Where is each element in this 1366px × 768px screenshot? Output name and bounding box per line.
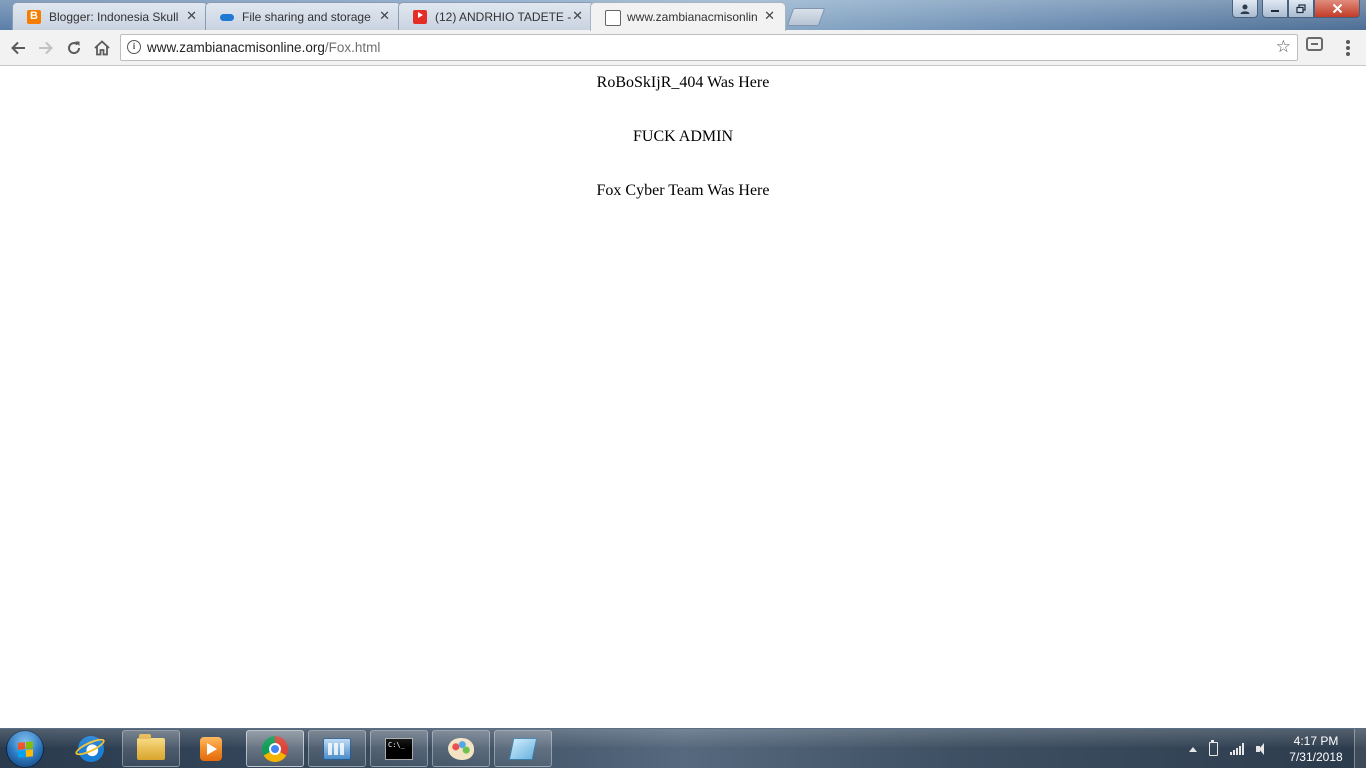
taskbar-chrome[interactable]	[246, 730, 304, 767]
blogger-icon	[27, 10, 41, 24]
tab-youtube[interactable]: (12) ANDRHIO TADETE - ✕	[398, 2, 594, 30]
url-host: www.zambianacmisonline.org	[147, 40, 325, 55]
content-line: Fox Cyber Team Was Here	[596, 182, 770, 199]
browser-toolbar: i www.zambianacmisonline.org/Fox.html ☆	[0, 30, 1366, 66]
reload-icon[interactable]	[62, 36, 86, 60]
taskbar-control-panel[interactable]	[308, 730, 366, 767]
start-button[interactable]	[6, 730, 44, 768]
tab-title: File sharing and storage	[242, 10, 371, 24]
youtube-icon	[413, 10, 427, 24]
network-signal-icon[interactable]	[1230, 743, 1244, 755]
extension-icon[interactable]	[1306, 37, 1323, 51]
notepad-icon	[508, 737, 538, 760]
taskbar: 4:17 PM 7/31/2018	[0, 728, 1366, 768]
profile-icon[interactable]	[1232, 0, 1258, 18]
bookmark-star-icon[interactable]: ☆	[1276, 37, 1291, 57]
window-controls	[1232, 0, 1360, 19]
taskbar-paint[interactable]	[432, 730, 490, 767]
internet-explorer-icon	[78, 735, 104, 762]
forward-arrow-icon[interactable]	[34, 36, 58, 60]
clock-time: 4:17 PM	[1293, 734, 1339, 748]
windows-logo-icon	[18, 741, 33, 758]
taskbar-media-player[interactable]	[182, 730, 240, 767]
restore-button[interactable]	[1288, 0, 1314, 18]
taskbar-notepad[interactable]	[494, 730, 552, 767]
page-content: RoBoSkIjR_404 Was Here FUCK ADMIN Fox Cy…	[0, 66, 1366, 728]
home-icon[interactable]	[90, 36, 114, 60]
new-tab-button[interactable]	[786, 8, 826, 26]
command-prompt-icon	[385, 737, 413, 760]
cloud-icon	[220, 10, 234, 24]
taskbar-command-prompt[interactable]	[370, 730, 428, 767]
taskbar-clock[interactable]: 4:17 PM 7/31/2018	[1284, 733, 1348, 765]
menu-kebab-icon[interactable]	[1340, 38, 1356, 58]
tab-title: Blogger: Indonesia Skull	[49, 10, 179, 24]
media-player-icon	[200, 736, 222, 761]
tab-close-icon[interactable]: ✕	[379, 8, 390, 23]
show-hidden-icons-icon[interactable]	[1189, 746, 1197, 752]
volume-icon[interactable]	[1256, 743, 1270, 755]
clock-date: 7/31/2018	[1289, 750, 1343, 764]
chrome-icon	[262, 735, 288, 762]
paint-icon	[448, 737, 474, 760]
tab-file-sharing[interactable]: File sharing and storage ✕	[205, 2, 401, 30]
tab-close-icon[interactable]: ✕	[186, 8, 197, 23]
info-icon[interactable]: i	[127, 40, 141, 54]
content-line: RoBoSkIjR_404 Was Here	[596, 74, 770, 91]
tab-title: www.zambianacmisonlin	[627, 10, 758, 24]
tab-title: (12) ANDRHIO TADETE -	[435, 10, 571, 24]
tab-close-icon[interactable]: ✕	[764, 8, 775, 23]
tab-blogger[interactable]: Blogger: Indonesia Skull ✕	[12, 2, 208, 30]
tab-zambianacmisonline[interactable]: www.zambianacmisonlin ✕	[590, 2, 786, 31]
taskbar-file-explorer[interactable]	[122, 730, 180, 767]
url-path: /Fox.html	[324, 40, 381, 55]
show-desktop-button[interactable]	[1354, 729, 1366, 768]
battery-icon[interactable]	[1209, 740, 1218, 756]
back-arrow-icon[interactable]	[6, 36, 30, 60]
document-icon	[605, 10, 621, 26]
close-window-button[interactable]	[1314, 0, 1360, 18]
address-bar[interactable]: i www.zambianacmisonline.org/Fox.html ☆	[120, 34, 1298, 61]
tab-close-icon[interactable]: ✕	[572, 8, 583, 23]
url-text[interactable]: www.zambianacmisonline.org/Fox.html	[147, 40, 380, 56]
content-line: FUCK ADMIN	[632, 128, 733, 145]
minimize-button[interactable]	[1262, 0, 1288, 18]
system-tray	[1183, 729, 1270, 768]
file-explorer-icon	[137, 733, 165, 760]
taskbar-internet-explorer[interactable]	[62, 730, 120, 767]
control-panel-icon	[323, 737, 351, 760]
